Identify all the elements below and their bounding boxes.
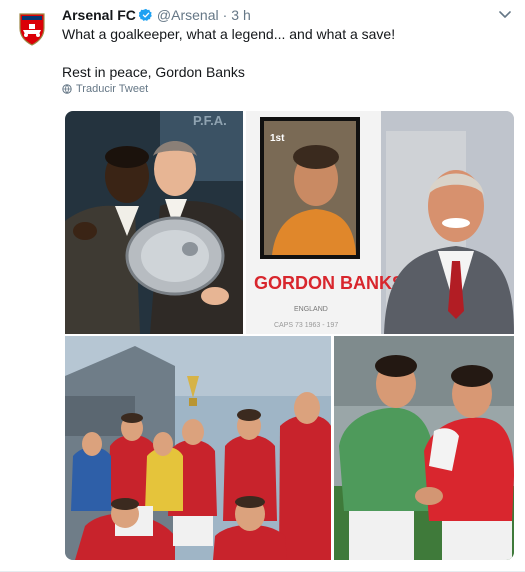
verified-badge-icon [138,8,152,21]
svg-text:P.F.A.: P.F.A. [193,113,227,128]
stamp-value: 1st [270,133,285,144]
tweet-text: What a goalkeeper, what a legend... and … [62,25,512,81]
display-name[interactable]: Arsenal FC [62,7,136,23]
media-grid: P.F.A. 1st GORDON BANKS ENGLAND CAPS 73 … [65,111,514,560]
stamp-country: ENGLAND [294,306,328,313]
stamp-caps: CAPS 73 1963 - 197 [274,322,338,329]
arsenal-crest-avatar[interactable] [12,8,52,48]
stamp-name: GORDON BANKS [254,273,404,293]
chevron-down-icon[interactable] [497,6,513,22]
tweet-text-line-1: What a goalkeeper, what a legend... and … [62,26,396,42]
tweet-text-line-2: Rest in peace, Gordon Banks [62,64,245,80]
photo-banks-arsenal-handshake[interactable] [334,336,514,560]
photo-pele-banks-trophy[interactable]: P.F.A. [65,111,243,334]
photo-1966-team-celebration[interactable] [65,336,331,560]
separator-dot: · [222,7,228,23]
tweet-header: Arsenal FC @Arsenal · 3 h [62,6,251,24]
translate-tweet-link[interactable]: Traducir Tweet [62,83,148,95]
user-handle[interactable]: @Arsenal [157,7,219,23]
translate-label: Traducir Tweet [76,83,149,95]
tweet[interactable]: Arsenal FC @Arsenal · 3 h What a goalkee… [0,0,525,572]
photo-gordon-banks-stamp[interactable]: 1st GORDON BANKS ENGLAND CAPS 73 1963 - … [246,111,514,334]
globe-icon [62,84,72,94]
timestamp[interactable]: 3 h [231,7,250,23]
